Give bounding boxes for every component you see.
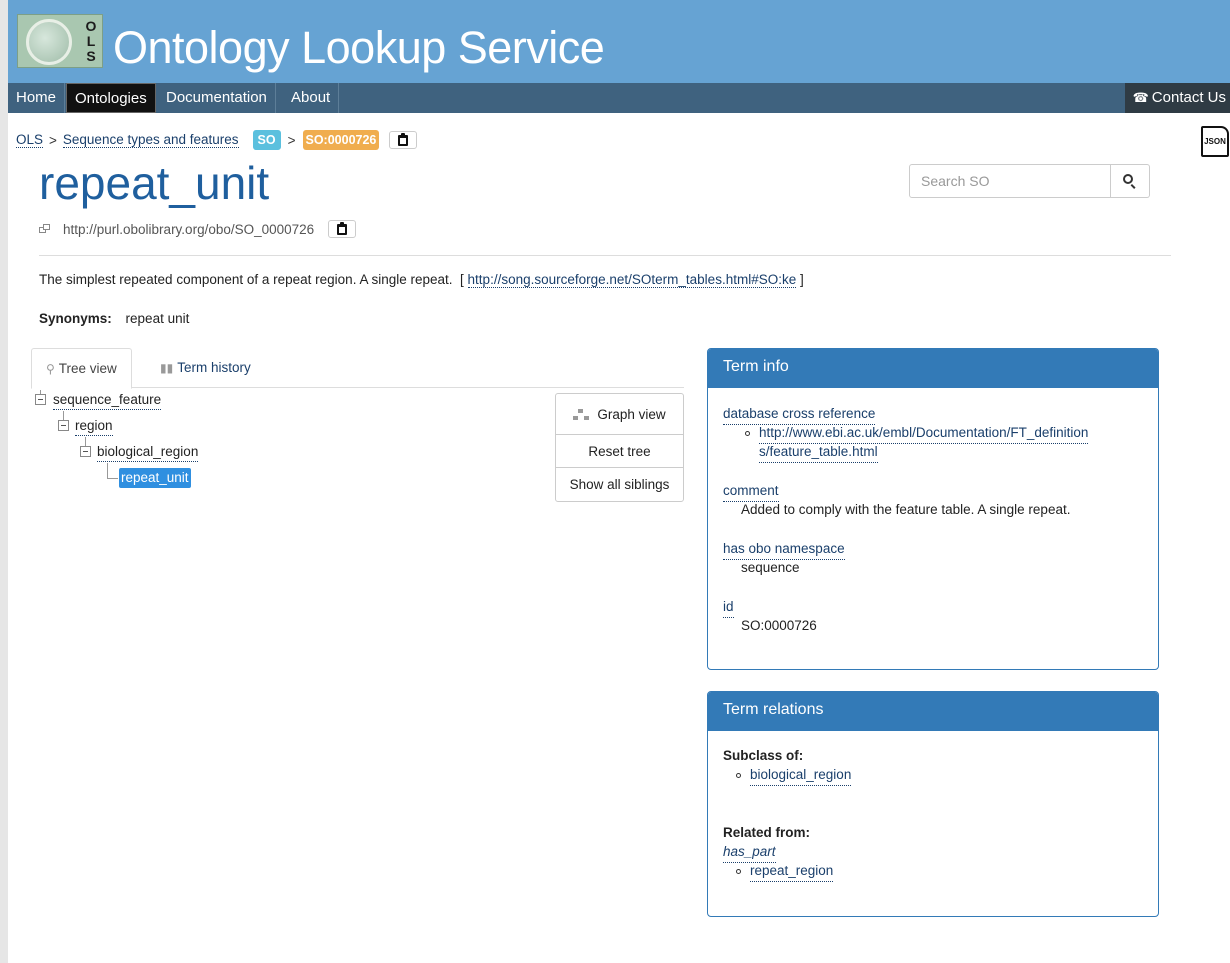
tab-tree-view[interactable]: ⚲ Tree view bbox=[31, 348, 132, 389]
subclass-link[interactable]: biological_region bbox=[750, 765, 852, 786]
tree-node-biological-region[interactable]: biological_region bbox=[97, 442, 199, 462]
panel-title: Term info bbox=[708, 349, 1158, 388]
related-link[interactable]: repeat_region bbox=[750, 861, 834, 882]
divider bbox=[39, 255, 1171, 256]
sitemap-icon bbox=[573, 409, 590, 420]
related-from-label: Related from: bbox=[723, 825, 811, 840]
copy-id-button[interactable] bbox=[389, 131, 418, 149]
xref-label[interactable]: database cross reference bbox=[723, 404, 876, 425]
term-relations-panel: Term relations Subclass of: biological_r… bbox=[707, 691, 1159, 917]
panel-title: Term relations bbox=[708, 692, 1158, 731]
logo-letters: O L S bbox=[82, 19, 100, 64]
description-reference-link[interactable]: http://song.sourceforge.net/SOterm_table… bbox=[467, 272, 797, 288]
logo-letter: L bbox=[86, 33, 96, 49]
clipboard-icon bbox=[337, 221, 348, 235]
synonyms-row: Synonyms: repeat unit bbox=[39, 309, 189, 329]
tree-node-sequence-feature[interactable]: sequence_feature bbox=[53, 390, 162, 410]
search-form bbox=[909, 164, 1150, 198]
subclass-of-label: Subclass of: bbox=[723, 748, 804, 763]
breadcrumb-ols[interactable]: OLS bbox=[16, 132, 44, 148]
synonyms-label: Synonyms: bbox=[39, 311, 112, 326]
term-relations-body: Subclass of: biological_region Related f… bbox=[708, 731, 1158, 916]
nav-home[interactable]: Home bbox=[8, 83, 66, 113]
ols-logo[interactable]: O L S bbox=[17, 14, 103, 68]
collapse-toggle-icon[interactable] bbox=[58, 420, 69, 431]
id-value: SO:0000726 bbox=[741, 618, 817, 633]
contact-label: Contact Us bbox=[1151, 89, 1226, 106]
term-description: The simplest repeated component of a rep… bbox=[39, 272, 804, 288]
breadcrumb-separator: > bbox=[49, 132, 57, 148]
nav-ontologies[interactable]: Ontologies bbox=[66, 83, 156, 113]
xref-link-line1[interactable]: http://www.ebi.ac.uk/embl/Documentation/… bbox=[759, 423, 1089, 444]
tab-label: Term history bbox=[177, 360, 251, 375]
bullet-icon bbox=[736, 869, 741, 874]
logo-letter: O bbox=[85, 18, 97, 34]
nav-about[interactable]: About bbox=[283, 83, 340, 113]
site-header: O L S Ontology Lookup Service bbox=[8, 0, 1230, 83]
graph-view-button[interactable]: Graph view bbox=[556, 394, 683, 435]
breadcrumb-ontology[interactable]: Sequence types and features bbox=[62, 132, 239, 148]
clipboard-icon bbox=[398, 132, 409, 146]
tab-label: Tree view bbox=[58, 361, 117, 376]
page-edge bbox=[0, 0, 8, 963]
external-link-icon[interactable] bbox=[39, 224, 51, 234]
namespace-value: sequence bbox=[741, 560, 800, 575]
button-label: Graph view bbox=[597, 407, 666, 422]
search-icon bbox=[1123, 174, 1137, 189]
relation-has-part[interactable]: has_part bbox=[723, 842, 776, 863]
search-button[interactable] bbox=[1111, 164, 1150, 198]
breadcrumb: OLS > Sequence types and features SO > S… bbox=[16, 129, 418, 151]
bar-chart-icon: ▮▮ bbox=[160, 361, 174, 375]
main-navbar: Home Ontologies Documentation About ☎ Con… bbox=[8, 83, 1230, 113]
tree-icon: ⚲ bbox=[46, 362, 55, 376]
term-tree: sequence_feature region biological_regio… bbox=[34, 390, 534, 500]
json-download-icon[interactable]: JSON bbox=[1201, 126, 1229, 157]
magnifier-logo-icon bbox=[26, 19, 72, 65]
nav-contact-us[interactable]: ☎ Contact Us bbox=[1124, 83, 1230, 113]
show-all-siblings-button[interactable]: Show all siblings bbox=[556, 468, 683, 501]
logo-letter: S bbox=[86, 48, 96, 64]
tree-node-repeat-unit[interactable]: repeat_unit bbox=[119, 468, 191, 488]
view-tabs: ⚲ Tree view ▮▮ Term history bbox=[31, 348, 684, 389]
breadcrumb-separator: > bbox=[287, 132, 296, 148]
tree-node-region[interactable]: region bbox=[75, 416, 113, 436]
search-input[interactable] bbox=[909, 164, 1111, 198]
term-info-body: database cross reference http://www.ebi.… bbox=[708, 388, 1158, 669]
synonym-value: repeat unit bbox=[125, 311, 190, 326]
site-title[interactable]: Ontology Lookup Service bbox=[113, 22, 605, 74]
comment-value: Added to comply with the feature table. … bbox=[741, 502, 1071, 517]
term-iri-row: http://purl.obolibrary.org/obo/SO_000072… bbox=[39, 218, 357, 240]
namespace-label[interactable]: has obo namespace bbox=[723, 539, 845, 560]
collapse-toggle-icon[interactable] bbox=[35, 394, 46, 405]
id-label[interactable]: id bbox=[723, 597, 734, 618]
ontology-badge[interactable]: SO bbox=[252, 130, 281, 150]
nav-documentation[interactable]: Documentation bbox=[158, 83, 276, 113]
term-id-badge: SO:0000726 bbox=[302, 130, 380, 150]
copy-iri-button[interactable] bbox=[328, 220, 357, 238]
bullet-icon bbox=[736, 773, 741, 778]
description-text: The simplest repeated component of a rep… bbox=[39, 272, 453, 287]
term-info-panel: Term info database cross reference http:… bbox=[707, 348, 1159, 670]
collapse-toggle-icon[interactable] bbox=[80, 446, 91, 457]
comment-label[interactable]: comment bbox=[723, 481, 779, 502]
xref-link-line2[interactable]: s/feature_table.html bbox=[759, 442, 878, 463]
term-iri: http://purl.obolibrary.org/obo/SO_000072… bbox=[63, 221, 315, 237]
tab-term-history[interactable]: ▮▮ Term history bbox=[146, 348, 265, 388]
term-title: repeat_unit bbox=[39, 157, 270, 209]
phone-icon: ☎ bbox=[1132, 90, 1149, 105]
reset-tree-button[interactable]: Reset tree bbox=[556, 435, 683, 468]
bullet-icon bbox=[745, 431, 750, 436]
tree-button-group: Graph view Reset tree Show all siblings bbox=[555, 393, 684, 502]
